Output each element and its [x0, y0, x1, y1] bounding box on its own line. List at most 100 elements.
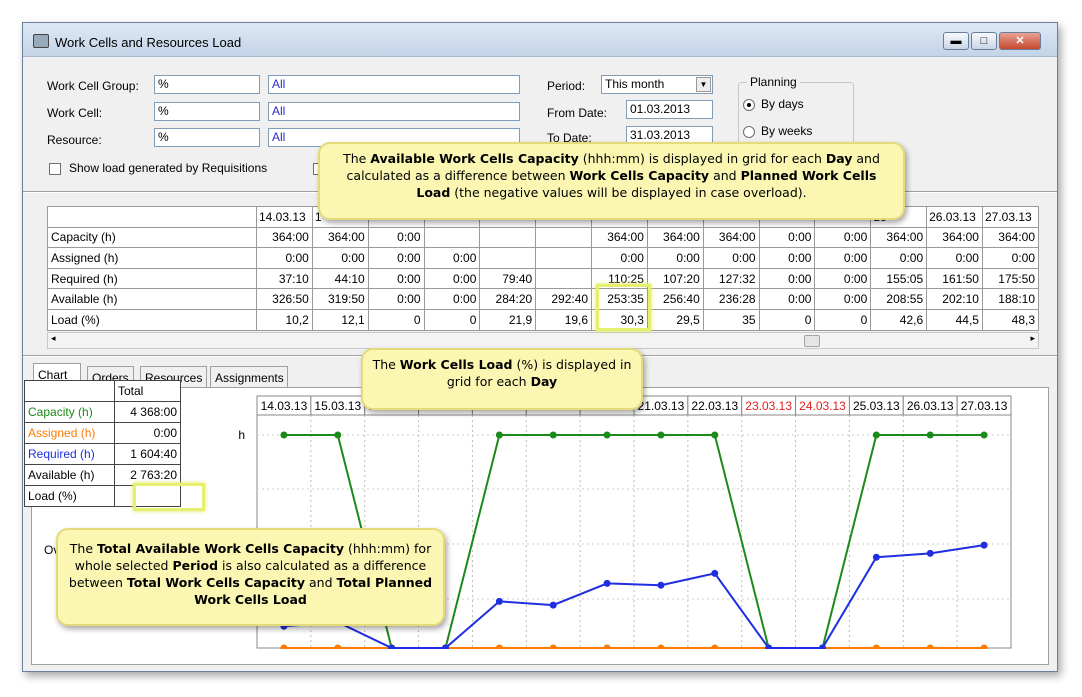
grid-cell[interactable]: 155:05	[870, 267, 928, 290]
grid-cell[interactable]: 292:40	[535, 288, 593, 310]
grid-cell[interactable]: 29,5	[646, 308, 704, 331]
grid-cell[interactable]: 35	[702, 308, 760, 331]
grid-cell[interactable]: 0:00	[814, 247, 872, 269]
grid-cell[interactable]: 0:00	[311, 247, 369, 269]
grid-cell[interactable]: 326:50	[256, 288, 313, 310]
grid-cell[interactable]: 0:00	[981, 247, 1040, 269]
callout-text-part: Period	[172, 558, 219, 573]
grid-cell[interactable]: 0:00	[926, 247, 983, 269]
by-days-radio[interactable]	[743, 99, 755, 111]
grid-cell[interactable]: 364:00	[646, 226, 704, 249]
callout-text-part: The	[69, 541, 98, 556]
chart-point	[657, 431, 665, 439]
grid-cell[interactable]: 0:00	[646, 247, 704, 269]
grid-cell[interactable]: 0:00	[423, 267, 481, 290]
grid-date-header[interactable]: 27.03.13	[981, 206, 1040, 228]
grid-cell[interactable]	[423, 226, 481, 249]
grid-cell[interactable]: 256:40	[646, 288, 704, 310]
grid-cell[interactable]: 0:00	[367, 288, 425, 310]
grid-cell[interactable]: 44,5	[926, 308, 983, 331]
grid-cell[interactable]: 364:00	[311, 226, 369, 249]
totals-row-value: 4 368:00	[114, 401, 181, 423]
show-requisitions-checkbox[interactable]	[49, 163, 61, 175]
close-button[interactable]: ✕	[999, 32, 1041, 50]
grid-cell[interactable]: 0:00	[814, 267, 872, 290]
grid-cell[interactable]	[479, 247, 537, 269]
resource-code-input[interactable]: %	[154, 128, 260, 147]
grid-cell[interactable]: 0	[814, 308, 872, 331]
grid-cell[interactable]	[535, 267, 593, 290]
grid-cell[interactable]: 364:00	[702, 226, 760, 249]
grid-cell[interactable]: 21,9	[479, 308, 537, 331]
grid-cell[interactable]: 319:50	[311, 288, 369, 310]
grid-cell[interactable]: 0	[367, 308, 425, 331]
grid-cell[interactable]: 0:00	[870, 247, 928, 269]
scroll-right-icon[interactable]: ▸	[1030, 333, 1035, 344]
maximize-button[interactable]: □	[971, 32, 997, 50]
grid-cell[interactable]: 284:20	[479, 288, 537, 310]
scroll-left-icon[interactable]: ◂	[51, 333, 56, 344]
grid-cell[interactable]: 12,1	[311, 308, 369, 331]
grid-cell[interactable]: 19,6	[535, 308, 593, 331]
grid-cell[interactable]: 79:40	[479, 267, 537, 290]
grid-cell[interactable]: 188:10	[981, 288, 1040, 310]
grid-cell[interactable]: 0:00	[367, 247, 425, 269]
work-cell-name-input[interactable]: All	[268, 102, 520, 121]
from-date-input[interactable]: 01.03.2013	[626, 100, 713, 119]
grid-cell[interactable]: 0	[423, 308, 481, 331]
grid-row-header: Assigned (h)	[47, 247, 257, 269]
grid-cell[interactable]: 48,3	[981, 308, 1040, 331]
planning-label: Planning	[747, 75, 800, 89]
grid-cell[interactable]: 10,2	[256, 308, 313, 331]
chart-point	[549, 431, 557, 439]
grid-cell[interactable]: 202:10	[926, 288, 983, 310]
grid-cell[interactable]: 44:10	[311, 267, 369, 290]
by-weeks-radio[interactable]	[743, 126, 755, 138]
grid-cell[interactable]: 0:00	[591, 247, 648, 269]
chevron-down-icon[interactable]: ▼	[696, 77, 711, 92]
grid-cell[interactable]: 364:00	[591, 226, 648, 249]
horizontal-scrollbar[interactable]: ◂ ▸	[47, 332, 1039, 349]
callout-text-part: Work Cells Capacity	[569, 168, 710, 183]
work-cell-group-code-input[interactable]: %	[154, 75, 260, 94]
grid-cell[interactable]: 127:32	[702, 267, 760, 290]
grid-cell[interactable]: 208:55	[870, 288, 928, 310]
grid-cell[interactable]: 364:00	[926, 226, 983, 249]
grid-date-header[interactable]: 26.03.13	[926, 206, 983, 228]
grid-cell[interactable]: 364:00	[981, 226, 1040, 249]
grid-cell[interactable]: 0:00	[758, 267, 816, 290]
grid-cell[interactable]	[535, 247, 593, 269]
grid-cell[interactable]: 0:00	[367, 226, 425, 249]
grid-cell[interactable]: 161:50	[926, 267, 983, 290]
grid-cell[interactable]: 0:00	[758, 226, 816, 249]
grid-cell[interactable]: 0:00	[423, 247, 481, 269]
grid-cell[interactable]: 0:00	[367, 267, 425, 290]
grid-cell[interactable]: 0:00	[702, 247, 760, 269]
grid-cell[interactable]: 0:00	[758, 247, 816, 269]
grid-cell[interactable]: 37:10	[256, 267, 313, 290]
grid-cell[interactable]: 0:00	[423, 288, 481, 310]
grid-cell[interactable]: 0:00	[758, 288, 816, 310]
minimize-button[interactable]: ▬	[943, 32, 969, 50]
work-cell-group-name-input[interactable]: All	[268, 75, 520, 94]
chart-x-tick-label: 25.03.13	[853, 399, 900, 413]
callout-text-part: (hhh:mm) is displayed in grid for each	[578, 151, 826, 166]
grid-cell[interactable]: 175:50	[981, 267, 1040, 290]
work-cell-code-input[interactable]: %	[154, 102, 260, 121]
grid-cell[interactable]: 0:00	[814, 226, 872, 249]
chart-point	[657, 581, 665, 589]
grid-cell[interactable]: 0:00	[256, 247, 313, 269]
chart-point	[711, 569, 719, 577]
grid-cell[interactable]: 107:20	[646, 267, 704, 290]
grid-cell[interactable]	[479, 226, 537, 249]
grid-date-header[interactable]: 14.03.13	[256, 206, 313, 228]
scrollbar-thumb[interactable]	[804, 335, 820, 347]
grid-cell[interactable]: 364:00	[256, 226, 313, 249]
grid-cell[interactable]	[535, 226, 593, 249]
grid-cell[interactable]: 364:00	[870, 226, 928, 249]
period-select[interactable]: This month ▼	[601, 75, 713, 94]
grid-cell[interactable]: 42,6	[870, 308, 928, 331]
grid-cell[interactable]: 0	[758, 308, 816, 331]
grid-cell[interactable]: 236:28	[702, 288, 760, 310]
grid-cell[interactable]: 0:00	[814, 288, 872, 310]
